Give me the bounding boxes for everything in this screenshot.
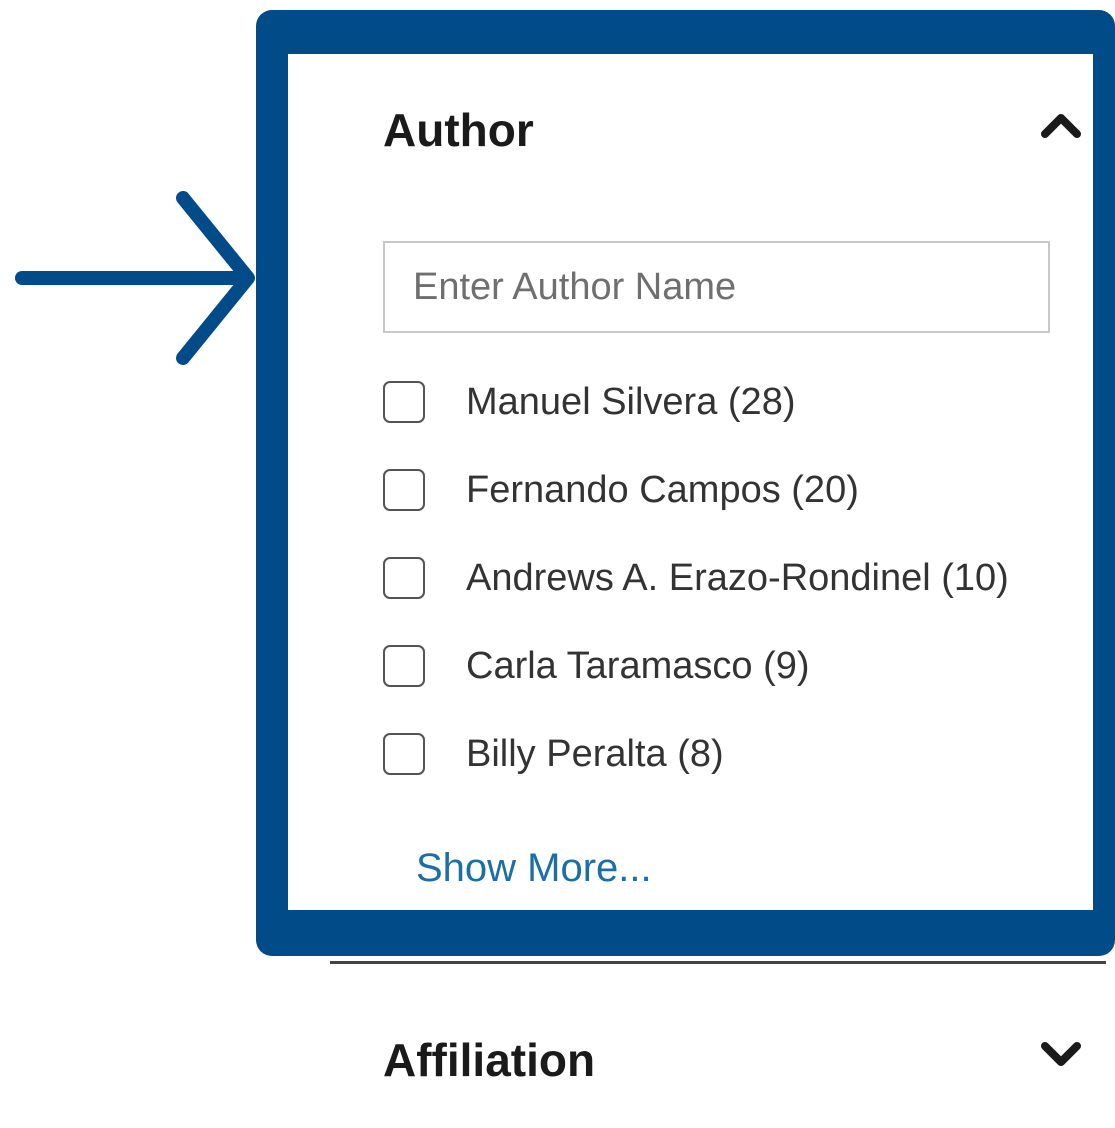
author-list: Manuel Silvera (28) Fernando Campos (20)… xyxy=(383,358,1083,798)
author-search-input[interactable] xyxy=(383,241,1050,333)
chevron-down-icon[interactable] xyxy=(1039,1034,1083,1074)
section-divider xyxy=(330,961,1106,964)
author-label: Andrews A. Erazo-Rondinel (10) xyxy=(466,556,1009,599)
author-label: Fernando Campos (20) xyxy=(466,468,859,511)
author-checkbox[interactable] xyxy=(383,557,425,599)
author-list-item[interactable]: Billy Peralta (8) xyxy=(383,710,1083,798)
show-more-link[interactable]: Show More... xyxy=(416,840,652,896)
chevron-up-icon[interactable] xyxy=(1039,104,1083,144)
affiliation-section-header[interactable]: Affiliation xyxy=(383,1030,1083,1090)
author-checkbox[interactable] xyxy=(383,381,425,423)
author-list-item[interactable]: Carla Taramasco (9) xyxy=(383,622,1083,710)
author-section-title: Author xyxy=(383,104,534,156)
author-label: Billy Peralta (8) xyxy=(466,732,724,775)
author-list-item[interactable]: Fernando Campos (20) xyxy=(383,446,1083,534)
author-checkbox[interactable] xyxy=(383,733,425,775)
affiliation-section-title: Affiliation xyxy=(383,1034,596,1086)
author-checkbox[interactable] xyxy=(383,645,425,687)
author-list-item[interactable]: Andrews A. Erazo-Rondinel (10) xyxy=(383,534,1083,622)
author-label: Manuel Silvera (28) xyxy=(466,380,796,423)
author-list-item[interactable]: Manuel Silvera (28) xyxy=(383,358,1083,446)
author-checkbox[interactable] xyxy=(383,469,425,511)
author-label: Carla Taramasco (9) xyxy=(466,644,810,687)
author-section-header[interactable]: Author xyxy=(383,100,1083,160)
